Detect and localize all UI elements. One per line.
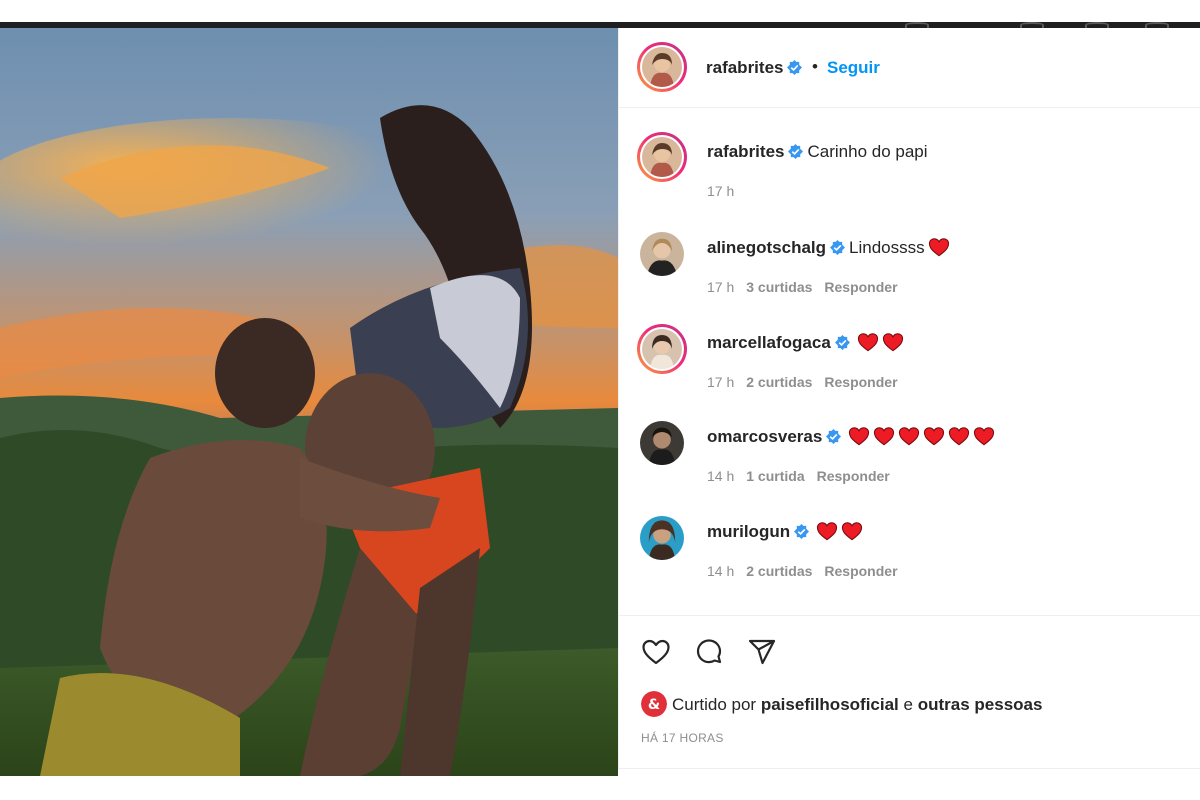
post-details-panel: rafabrites • Seguir rafabrites Carinho do… bbox=[618, 28, 1200, 770]
red-heart-emoji-icon bbox=[924, 427, 945, 446]
red-heart-emoji-icon bbox=[817, 522, 838, 541]
comment-likes[interactable]: 2 curtidas bbox=[746, 563, 812, 579]
red-heart-emoji-icon bbox=[928, 238, 949, 257]
red-heart-emoji-icon bbox=[899, 427, 920, 446]
share-button[interactable] bbox=[746, 636, 778, 668]
comment-time[interactable]: 14 h bbox=[707, 468, 734, 484]
comment-hearts bbox=[925, 238, 950, 257]
follow-button[interactable]: Seguir bbox=[827, 58, 880, 78]
red-heart-emoji-icon bbox=[857, 333, 878, 352]
red-heart-emoji-icon bbox=[882, 333, 903, 352]
red-heart-emoji-icon bbox=[842, 522, 863, 541]
commenter-avatar[interactable] bbox=[640, 516, 684, 560]
caption-time[interactable]: 17 h bbox=[707, 183, 734, 199]
comment-hearts bbox=[813, 522, 863, 541]
author-username[interactable]: rafabrites bbox=[706, 58, 803, 78]
verified-badge-icon bbox=[787, 60, 803, 75]
likes-prefix: Curtido por bbox=[672, 695, 757, 714]
heart-outline-icon bbox=[642, 639, 670, 665]
post-header: rafabrites • Seguir bbox=[619, 28, 1200, 108]
likes-summary: & Curtido por paisefilhosoficial e outras… bbox=[641, 691, 1042, 717]
comment-text: Lindossss bbox=[849, 238, 925, 257]
comment-hearts bbox=[845, 427, 995, 446]
comment-time[interactable]: 17 h bbox=[707, 279, 734, 295]
browser-top-strip bbox=[0, 0, 1200, 22]
paper-plane-icon bbox=[748, 639, 776, 665]
comment-button[interactable] bbox=[693, 636, 725, 668]
comment-time[interactable]: 17 h bbox=[707, 374, 734, 390]
comment-time[interactable]: 14 h bbox=[707, 563, 734, 579]
reply-button[interactable]: Responder bbox=[824, 374, 897, 390]
comment-hearts bbox=[854, 333, 904, 352]
like-button[interactable] bbox=[640, 636, 672, 668]
comment-username[interactable]: alinegotschalg bbox=[707, 238, 826, 257]
svg-text:&: & bbox=[648, 697, 660, 713]
caption-author-avatar[interactable] bbox=[637, 132, 687, 182]
others-link[interactable]: outras pessoas bbox=[918, 695, 1043, 714]
red-heart-emoji-icon bbox=[874, 427, 895, 446]
author-username-text[interactable]: rafabrites bbox=[706, 58, 783, 77]
verified-badge-icon bbox=[794, 524, 810, 539]
actions-divider bbox=[619, 615, 1200, 616]
commenter-avatar[interactable] bbox=[640, 232, 684, 276]
reply-button[interactable]: Responder bbox=[824, 279, 897, 295]
bottom-divider bbox=[618, 768, 1200, 769]
post-timestamp[interactable]: HÁ 17 HORAS bbox=[641, 731, 724, 745]
reply-button[interactable]: Responder bbox=[817, 468, 890, 484]
verified-badge-icon bbox=[788, 144, 804, 159]
caption-text: Carinho do papi bbox=[807, 142, 928, 161]
verified-badge-icon bbox=[834, 335, 850, 350]
reply-button[interactable]: Responder bbox=[824, 563, 897, 579]
comment-username[interactable]: murilogun bbox=[707, 522, 790, 541]
post-photo[interactable] bbox=[0, 28, 618, 776]
comment-bubble-icon bbox=[696, 639, 722, 664]
author-avatar[interactable] bbox=[637, 42, 687, 92]
comment-username[interactable]: marcellafogaca bbox=[707, 333, 831, 352]
comment-username[interactable]: omarcosveras bbox=[707, 427, 822, 446]
verified-badge-icon bbox=[830, 240, 846, 255]
red-heart-emoji-icon bbox=[974, 427, 995, 446]
comment-likes[interactable]: 3 curtidas bbox=[746, 279, 812, 295]
comment-likes[interactable]: 2 curtidas bbox=[746, 374, 812, 390]
verified-badge-icon bbox=[826, 429, 842, 444]
commenter-avatar[interactable] bbox=[640, 421, 684, 465]
header-separator: • bbox=[812, 57, 818, 76]
red-heart-emoji-icon bbox=[949, 427, 970, 446]
likes-conjunction: e bbox=[903, 695, 913, 714]
red-heart-emoji-icon bbox=[849, 427, 870, 446]
commenter-avatar[interactable] bbox=[637, 324, 687, 374]
post-photo-image bbox=[0, 28, 618, 776]
caption-username[interactable]: rafabrites bbox=[707, 142, 784, 161]
comment-likes[interactable]: 1 curtida bbox=[746, 468, 804, 484]
liker-avatar[interactable]: & bbox=[641, 691, 667, 717]
liker-username[interactable]: paisefilhosoficial bbox=[761, 695, 899, 714]
